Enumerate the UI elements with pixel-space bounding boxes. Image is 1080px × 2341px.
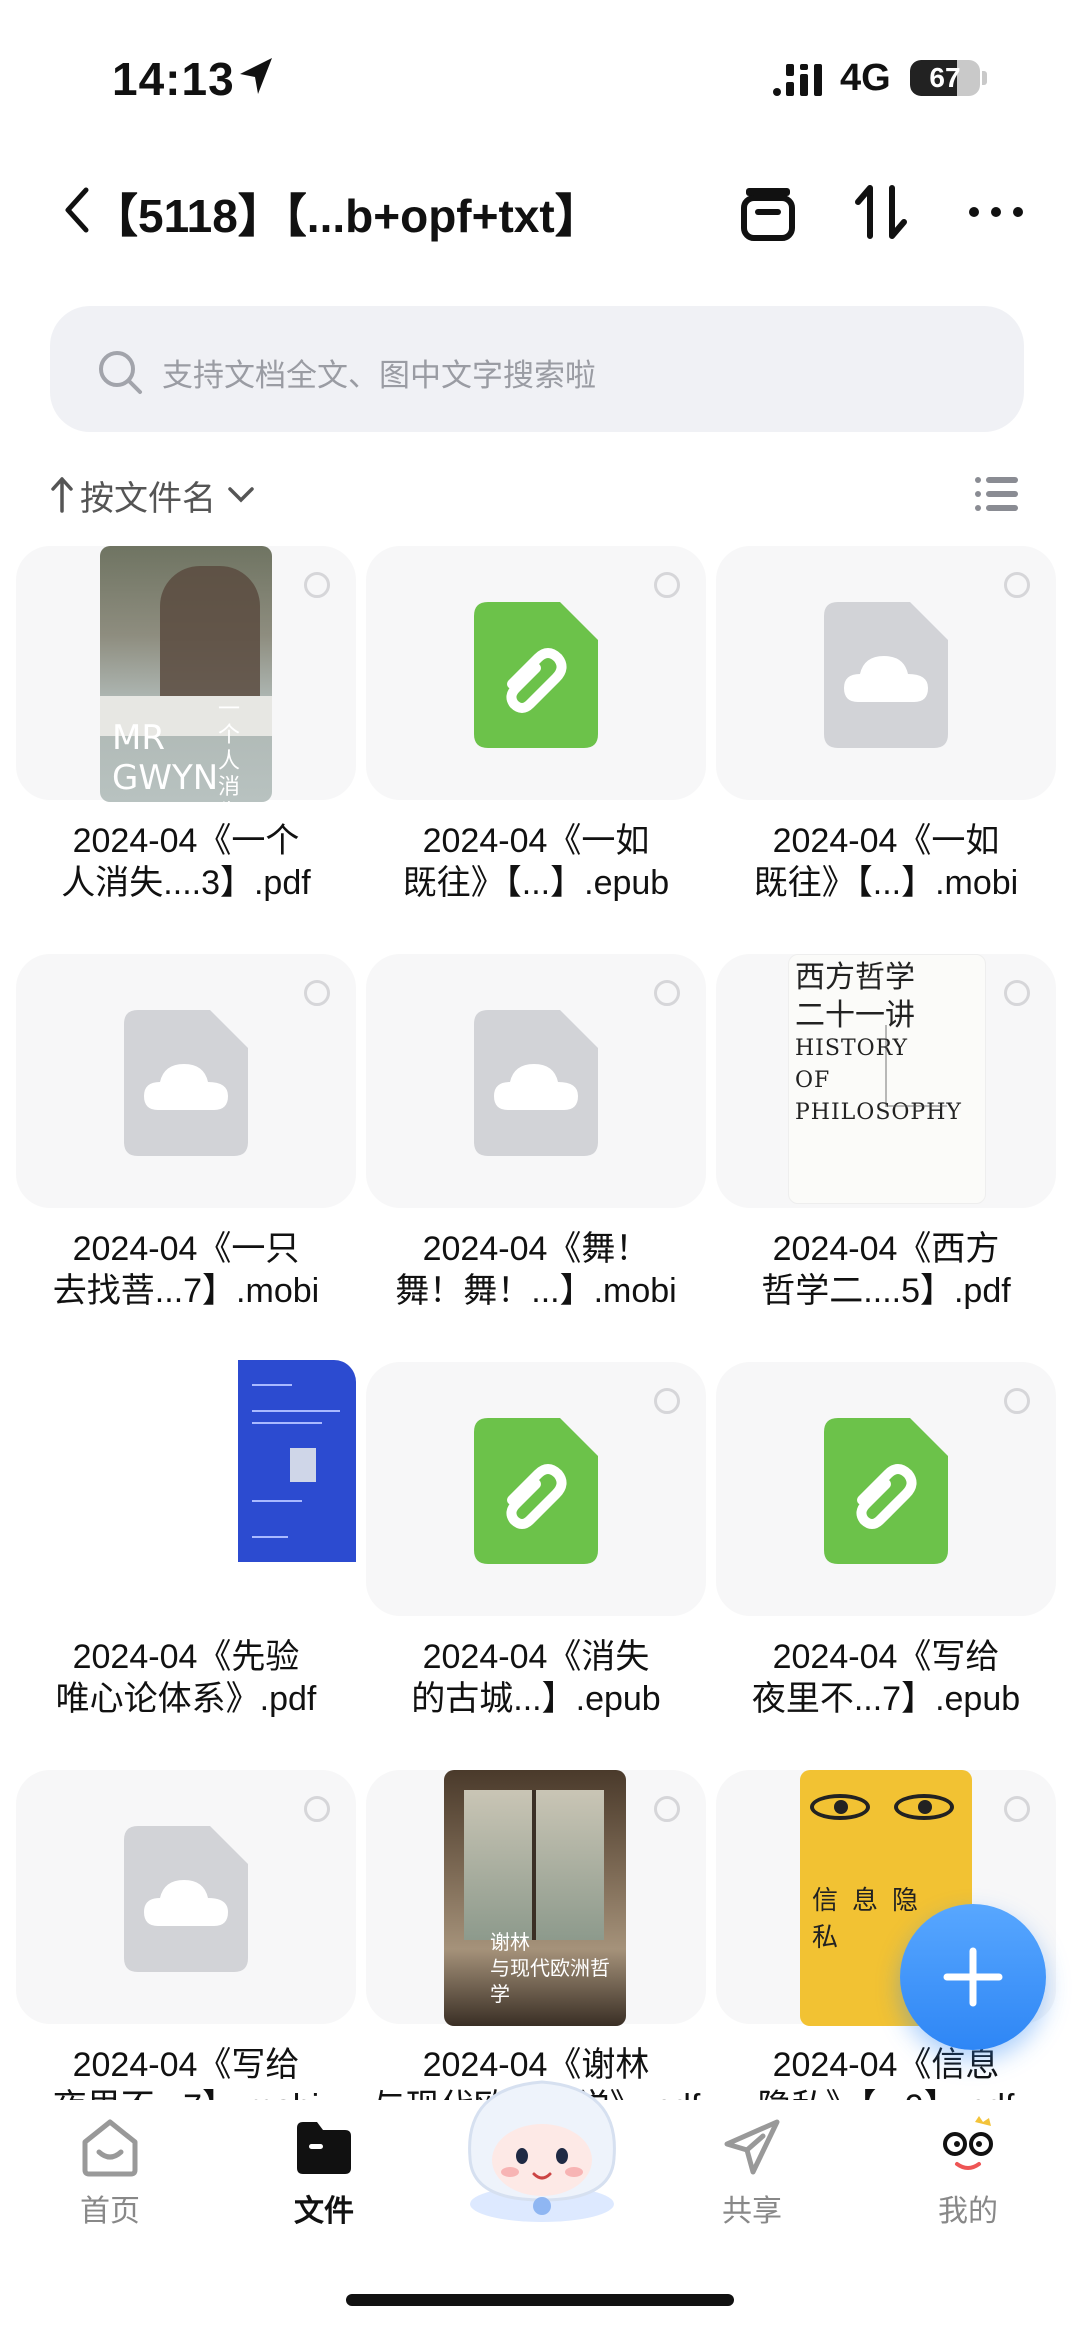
file-card[interactable] (16, 954, 356, 1208)
tab-label: 共享 (722, 2195, 782, 2228)
book-cover[interactable] (238, 1360, 356, 1562)
file-card[interactable] (366, 954, 706, 1208)
folder-icon (297, 2122, 351, 2174)
tab-label: 我的 (938, 2195, 998, 2228)
select-radio[interactable] (304, 1796, 330, 1822)
file-name: 2024-04《先验 唯心论体系》.pdf (55, 1638, 317, 1718)
cloud-file-icon (124, 1010, 248, 1156)
tab-profile[interactable]: 我的 (888, 2114, 1048, 2254)
cover-title: 谢林 与现代欧洲哲学 (490, 1932, 610, 2006)
cloud-file-icon (474, 1010, 598, 1156)
select-radio[interactable] (1004, 980, 1030, 1006)
select-radio[interactable] (304, 572, 330, 598)
tab-home[interactable]: 首页 (30, 2114, 190, 2254)
book-cover: MRGWYN 一个人消失在世上 (100, 546, 272, 802)
file-card[interactable] (366, 1362, 706, 1616)
ebook-icon (474, 1418, 598, 1564)
select-radio[interactable] (304, 980, 330, 1006)
select-radio[interactable] (654, 1796, 680, 1822)
cover-subtitle: 一个人消失在世上 (218, 696, 241, 802)
file-card[interactable] (366, 546, 706, 800)
tab-label: 文件 (294, 2195, 354, 2228)
file-card[interactable] (16, 1770, 356, 2024)
file-name: 2024-04《一只 去找菩...7】.mobi (52, 1230, 320, 1310)
file-card[interactable] (716, 546, 1056, 800)
mascot-icon[interactable] (444, 2068, 640, 2228)
cover-title: MR GWYN (112, 718, 219, 798)
file-name: 2024-04《舞！ 舞！舞！...】.mobi (395, 1230, 677, 1310)
cover-title: 西方哲学 二十一讲 (795, 960, 915, 1033)
select-radio[interactable] (654, 980, 680, 1006)
file-card[interactable]: MRGWYN 一个人消失在世上 (16, 546, 356, 802)
file-name: 2024-04《一如 既往》【...】.mobi (753, 822, 1019, 902)
book-cover: 谢林 与现代欧洲哲学 (444, 1770, 626, 2026)
book-cover: 西方哲学 二十一讲 HISTORY OF PHILOSOPHY (788, 954, 986, 1204)
file-name: 2024-04《一个 人消失....3】.pdf (61, 822, 311, 902)
ebook-icon (474, 602, 598, 748)
file-name: 2024-04《西方 哲学二....5】.pdf (761, 1230, 1011, 1310)
file-card[interactable]: 西方哲学 二十一讲 HISTORY OF PHILOSOPHY (716, 954, 1056, 1208)
select-radio[interactable] (1004, 1796, 1030, 1822)
home-indicator (346, 2294, 734, 2306)
select-radio[interactable] (1004, 1388, 1030, 1414)
file-card[interactable]: 谢林 与现代欧洲哲学 (366, 1770, 706, 2026)
select-radio[interactable] (654, 1388, 680, 1414)
add-button[interactable] (900, 1904, 1046, 2050)
tab-files[interactable]: 文件 (244, 2114, 404, 2254)
ebook-icon (824, 1418, 948, 1564)
send-icon (724, 2119, 780, 2175)
tab-label: 首页 (80, 2195, 140, 2228)
select-radio[interactable] (654, 572, 680, 598)
cloud-file-icon (124, 1826, 248, 1972)
file-name: 2024-04《写给 夜里不...7】.epub (751, 1638, 1021, 1718)
tab-share[interactable]: 共享 (672, 2114, 832, 2254)
file-name: 2024-04《消失 的古城...】.epub (411, 1638, 661, 1718)
file-card[interactable] (716, 1362, 1056, 1616)
cloud-file-icon (824, 602, 948, 748)
plus-icon (943, 1947, 1003, 2007)
file-name: 2024-04《一如 既往》【...】.epub (402, 822, 670, 902)
home-icon (82, 2119, 138, 2177)
profile-icon (943, 2116, 993, 2170)
select-radio[interactable] (1004, 572, 1030, 598)
